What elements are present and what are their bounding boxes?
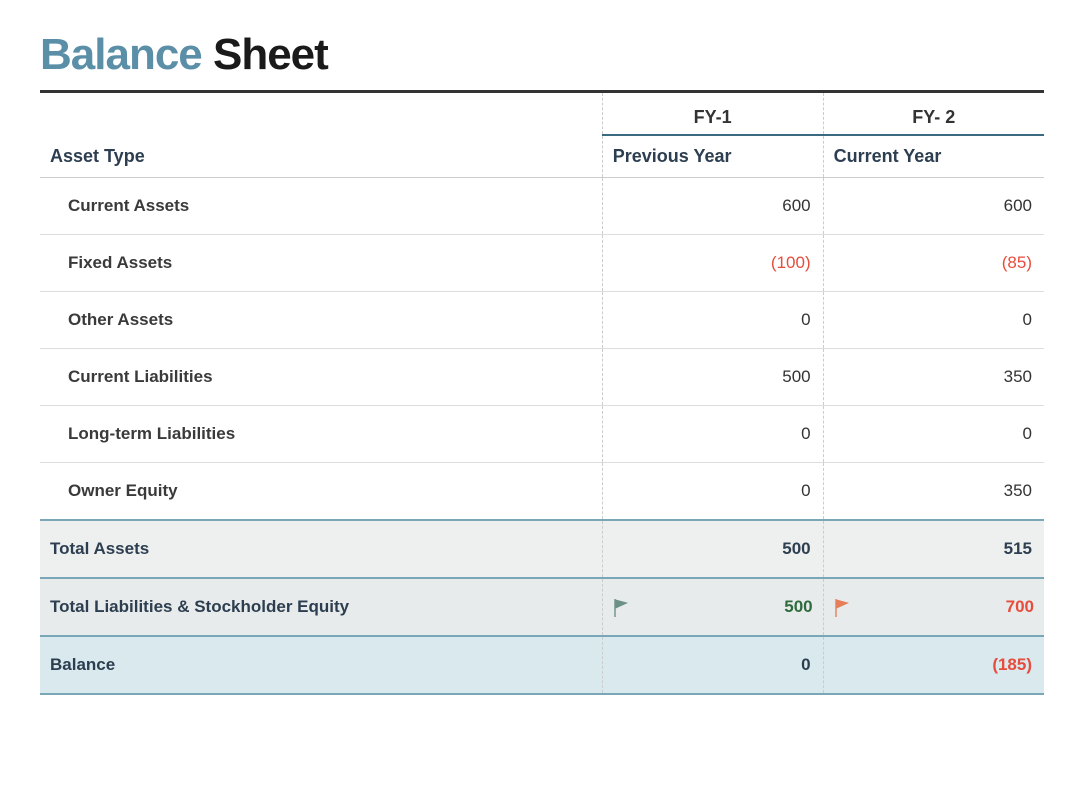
balance-row: Balance 0 (185): [40, 636, 1044, 694]
fy2-header: FY- 2: [823, 93, 1044, 135]
balance-fy1: 0: [602, 636, 823, 694]
row-label: Fixed Assets: [40, 235, 602, 292]
total-assets-label: Total Assets: [40, 520, 602, 578]
fy1-header: FY-1: [602, 93, 823, 135]
table-row: Owner Equity 0 350: [40, 463, 1044, 521]
balance-sheet-table: FY-1 FY- 2 Asset Type Previous Year Curr…: [40, 93, 1044, 695]
total-liabilities-fy2: 700: [1006, 597, 1034, 617]
row-fy1: 0: [602, 406, 823, 463]
table-row: Current Liabilities 500 350: [40, 349, 1044, 406]
row-fy1: 600: [602, 178, 823, 235]
row-fy2: 0: [823, 406, 1044, 463]
row-label: Current Liabilities: [40, 349, 602, 406]
row-label: Other Assets: [40, 292, 602, 349]
table-row: Fixed Assets (100) (85): [40, 235, 1044, 292]
row-fy2: 0: [823, 292, 1044, 349]
asset-type-header: Asset Type: [40, 135, 602, 178]
total-assets-fy1: 500: [602, 520, 823, 578]
table-row: Current Assets 600 600: [40, 178, 1044, 235]
page-title: Balance Sheet: [40, 30, 1044, 80]
total-liabilities-fy1-cell: 500: [602, 578, 823, 636]
table-row: Other Assets 0 0: [40, 292, 1044, 349]
row-fy2: 350: [823, 463, 1044, 521]
balance-fy2: (185): [823, 636, 1044, 694]
row-fy2: 350: [823, 349, 1044, 406]
total-assets-row: Total Assets 500 515: [40, 520, 1044, 578]
row-fy2: 600: [823, 178, 1044, 235]
flag-icon: [834, 599, 848, 615]
row-fy1: 500: [602, 349, 823, 406]
total-liabilities-fy2-cell: 700: [823, 578, 1044, 636]
row-label: Current Assets: [40, 178, 602, 235]
total-liabilities-fy1: 500: [784, 597, 812, 617]
title-rest: Sheet: [202, 30, 328, 79]
row-fy2: (85): [823, 235, 1044, 292]
previous-year-header: Previous Year: [602, 135, 823, 178]
row-fy1: 0: [602, 292, 823, 349]
title-accent: Balance: [40, 30, 202, 79]
total-assets-fy2: 515: [823, 520, 1044, 578]
total-liabilities-row: Total Liabilities & Stockholder Equity 5…: [40, 578, 1044, 636]
row-fy1: (100): [602, 235, 823, 292]
row-label: Owner Equity: [40, 463, 602, 521]
fiscal-year-header-row: FY-1 FY- 2: [40, 93, 1044, 135]
sub-header-row: Asset Type Previous Year Current Year: [40, 135, 1044, 178]
flag-icon: [613, 599, 627, 615]
table-row: Long-term Liabilities 0 0: [40, 406, 1044, 463]
current-year-header: Current Year: [823, 135, 1044, 178]
balance-label: Balance: [40, 636, 602, 694]
total-liabilities-label: Total Liabilities & Stockholder Equity: [40, 578, 602, 636]
row-label: Long-term Liabilities: [40, 406, 602, 463]
row-fy1: 0: [602, 463, 823, 521]
